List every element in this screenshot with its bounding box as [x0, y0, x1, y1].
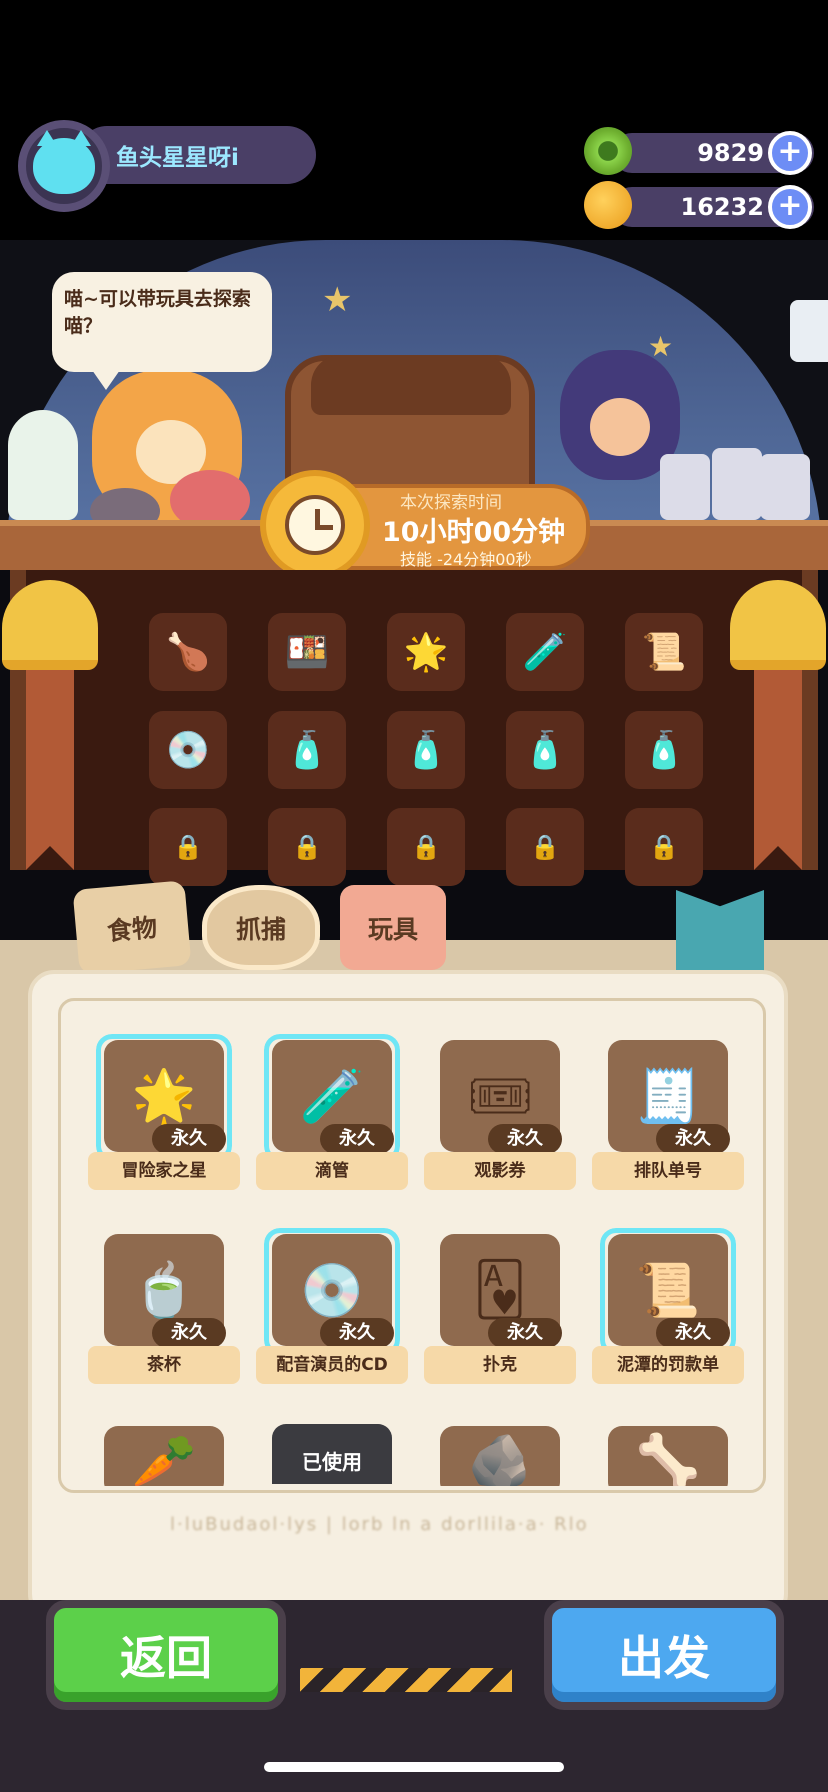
lock-icon: 🔒 [292, 833, 322, 861]
adventurer-star-icon: 🌟 [403, 632, 449, 673]
item-name: 扑克 [424, 1346, 576, 1384]
inventory-item-movie-ticket[interactable]: 🎟 永久 观影券 [424, 1040, 576, 1190]
permanent-badge: 永久 [488, 1318, 562, 1348]
slot-potion[interactable]: 🧴 [387, 711, 465, 789]
fine-ticket-icon: 📜 [641, 632, 687, 673]
slot-adventurer-star[interactable]: 🌟 [387, 613, 465, 691]
permanent-badge: 永久 [656, 1318, 730, 1348]
timer-skill-bonus: 技能 -24分钟00秒 [400, 550, 532, 569]
cat-face-icon [33, 130, 95, 194]
inventory-item-partial[interactable]: 🪨 [424, 1386, 574, 1486]
queue-ticket-icon: 🧾 [635, 1066, 701, 1127]
potion-bottle-icon: 🧴 [284, 730, 330, 771]
tab-toy[interactable]: 玩具 [340, 885, 446, 970]
inventory-item-queue-number[interactable]: 🧾 永久 排队单号 [592, 1040, 744, 1190]
inventory-item-dropper[interactable]: 🧪 永久 滴管 [256, 1034, 408, 1190]
inventory-item-voice-actor-cd[interactable]: 💿 永久 配音演员的CD [256, 1228, 408, 1384]
currency-gold-value: 16232 [680, 193, 765, 221]
locked-slot: 🔒 [268, 808, 346, 886]
player-avatar[interactable] [18, 120, 110, 212]
currency-green-value: 9829 [697, 139, 764, 167]
inventory-item-mud-fine-ticket[interactable]: 📜 永久 泥潭的罚款单 [592, 1228, 744, 1384]
bento-box-icon: 🍱 [284, 632, 330, 673]
add-gold-currency-button[interactable]: + [768, 185, 812, 229]
used-item-badge: 已使用 [272, 1424, 392, 1484]
item-name: 泥潭的罚款单 [592, 1346, 744, 1384]
add-green-currency-button[interactable]: + [768, 131, 812, 175]
lock-icon: 🔒 [173, 833, 203, 861]
inventory-item-partial[interactable]: 🦴 [592, 1386, 742, 1486]
potion-bottle-icon: 🧴 [403, 730, 449, 771]
back-button[interactable]: 返回 [46, 1600, 286, 1710]
dropper-icon: 🧪 [522, 632, 568, 673]
player-profile[interactable]: 鱼头星星呀i [18, 120, 316, 212]
item-name: 滴管 [256, 1152, 408, 1190]
permanent-badge: 永久 [656, 1124, 730, 1154]
blurred-footer-text: l·luBudaol·lys | lorb ln a dorllila·a· R… [170, 1514, 589, 1535]
tab-food[interactable]: 食物 [72, 880, 192, 975]
stone-icon: 🪨 [467, 1431, 533, 1487]
slot-dropper[interactable]: 🧪 [506, 613, 584, 691]
item-name: 冒险家之星 [88, 1152, 240, 1190]
bone-icon: 🦴 [635, 1431, 701, 1487]
side-share-tab[interactable] [790, 300, 828, 362]
potion-bottles-decor [660, 440, 810, 520]
depart-button[interactable]: 出发 [544, 1600, 784, 1710]
movie-ticket-icon: 🎟 [466, 1066, 533, 1127]
lock-icon: 🔒 [530, 833, 560, 861]
star-icon: ★ [322, 280, 353, 320]
slot-cd[interactable]: 💿 [149, 711, 227, 789]
cd-icon: 💿 [165, 730, 211, 771]
slot-potion[interactable]: 🧴 [506, 711, 584, 789]
lock-icon: 🔒 [411, 833, 441, 861]
bookmark-tab[interactable] [676, 890, 764, 980]
permanent-badge: 永久 [152, 1318, 226, 1348]
slot-potion[interactable]: 🧴 [268, 711, 346, 789]
inventory-item-adventurer-star[interactable]: 🌟 永久 冒险家之星 [88, 1034, 240, 1190]
item-name: 配音演员的CD [256, 1346, 408, 1384]
teacup-icon: 🍵 [131, 1260, 197, 1321]
speech-bubble: 喵~可以带玩具去探索喵？ [52, 272, 272, 390]
item-name: 茶杯 [88, 1346, 240, 1384]
carrot-icon: 🥕 [131, 1431, 197, 1487]
food-bucket-icon: 🍗 [165, 632, 211, 673]
explore-timer: 本次探索时间 10小时00分钟 技能 -24分钟00秒 [260, 470, 600, 580]
locked-slot: 🔒 [387, 808, 465, 886]
locked-slot: 🔒 [506, 808, 584, 886]
clock-gear-icon [260, 470, 370, 580]
slot-potion[interactable]: 🧴 [625, 711, 703, 789]
lock-icon: 🔒 [649, 833, 679, 861]
currency-green: 9829 + [584, 127, 814, 175]
bell-icon [730, 580, 826, 880]
permanent-badge: 永久 [488, 1124, 562, 1154]
potion-bottle-icon: 🧴 [641, 730, 687, 771]
locked-slot: 🔒 [625, 808, 703, 886]
inventory-item-poker[interactable]: 🂱 永久 扑克 [424, 1234, 576, 1384]
currency-gold: 16232 + [584, 181, 814, 229]
timer-duration: 10小时00分钟 [382, 517, 566, 548]
home-indicator[interactable] [264, 1762, 564, 1772]
inventory-item-teacup[interactable]: 🍵 永久 茶杯 [88, 1234, 240, 1384]
potion-bottle-icon: 🧴 [522, 730, 568, 771]
item-name: 观影券 [424, 1152, 576, 1190]
permanent-badge: 永久 [152, 1124, 226, 1154]
playing-card-icon: 🂱 [473, 1260, 527, 1320]
player-name: 鱼头星星呀i [116, 145, 239, 171]
item-name: 排队单号 [592, 1152, 744, 1190]
rocket-toy [8, 410, 78, 520]
permanent-badge: 永久 [320, 1318, 394, 1348]
permanent-badge: 永久 [320, 1124, 394, 1154]
bell-icon [2, 580, 98, 880]
slot-bento[interactable]: 🍱 [268, 613, 346, 691]
green-donut-coin-icon [584, 127, 632, 175]
slot-food-bucket[interactable]: 🍗 [149, 613, 227, 691]
slot-fine-ticket[interactable]: 📜 [625, 613, 703, 691]
hazard-stripe [300, 1668, 512, 1692]
inventory-item-partial[interactable]: 🥕 [88, 1386, 238, 1486]
gold-planet-coin-icon [584, 181, 632, 229]
locked-slot: 🔒 [149, 808, 227, 886]
tab-catch[interactable]: 抓捕 [202, 885, 320, 970]
